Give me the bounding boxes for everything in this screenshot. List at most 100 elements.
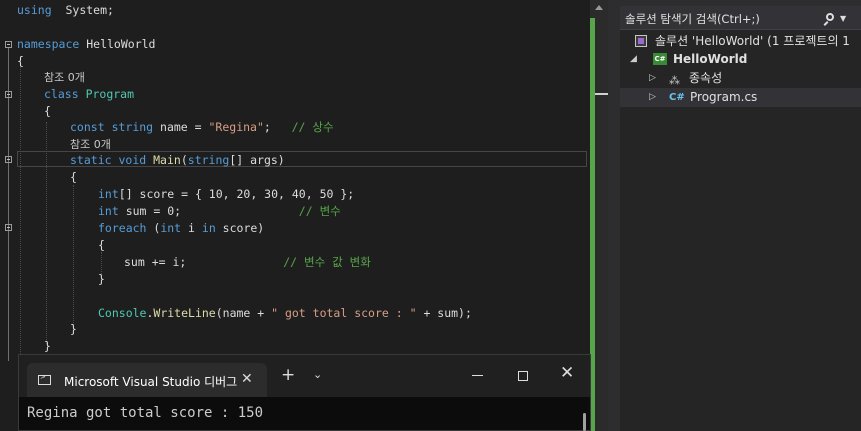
tree-item-project[interactable]: ◢ C# HelloWorld [620,50,861,69]
tree-item-project-label: HelloWorld [673,52,748,66]
code-token: int [160,221,182,235]
code-token: HelloWorld [79,37,156,51]
code-token: } [98,272,105,286]
solution-explorer: 솔루션 탐색기 검색(Ctrl+;) ▼ 솔루션 'HelloWorld' (1… [620,0,861,431]
expanded-arrow-icon[interactable]: ◢ [630,50,637,69]
code-token: { [44,104,51,118]
console-output: Regina got total score : 150 [27,405,264,421]
collapsed-arrow-icon[interactable]: ▷ [649,69,656,88]
code-token: foreach [98,221,147,235]
close-tab-icon[interactable]: ✕ [241,371,253,387]
code-line[interactable]: int sum = 0; // 변수 [98,203,341,220]
chevron-down-icon[interactable]: ⌄ [313,368,322,381]
code-line[interactable]: class Program [44,86,134,103]
code-token: Program [85,87,135,101]
code-token: int [98,187,119,201]
scroll-position-marker [595,93,608,95]
fold-namespace-icon[interactable] [5,41,12,48]
code-token: sum += i; [124,255,284,269]
code-line[interactable]: const string name = "Regina"; // 상수 [70,119,334,136]
fold-class-icon[interactable] [5,91,12,98]
debug-console-window[interactable]: Microsoft Visual Studio 디버그 ✕ + ⌄ ✕ Regi… [18,354,591,431]
solution-icon [635,35,647,47]
code-token: [] score = { 10, 20, 30, 40, 50 }; [118,187,355,201]
code-line[interactable]: using System; [17,2,114,19]
code-line[interactable]: { [98,237,105,254]
code-line[interactable]: } [44,338,51,355]
code-line[interactable]: } [70,321,77,338]
code-token: ( [146,221,161,235]
code-token: in [201,221,216,235]
code-token: Main [153,153,181,167]
code-line[interactable]: foreach (int i in score) [98,220,264,237]
editor-vertical-scrollbar[interactable] [590,0,608,431]
code-line[interactable]: Console.WriteLine(name + " got total sco… [98,305,472,322]
reference-count: 참조 0개 [70,138,111,151]
code-token: ) [277,153,285,167]
code-token: WriteLine [153,306,216,320]
code-token: void [118,153,147,167]
code-token: namespace [17,37,80,51]
code-line[interactable]: { [44,103,51,120]
code-line[interactable]: { [70,169,77,186]
indent-guide [73,185,74,325]
code-line[interactable]: { [17,53,24,70]
tree-item-dependencies[interactable]: ▷ ⁂ 종속성 [620,69,861,88]
fold-foreach-icon[interactable] [5,224,12,231]
tree-item-program-cs[interactable]: ▷ C# Program.cs [620,88,861,107]
dependencies-icon: ⁂ [669,74,680,87]
tree-item-solution-label: 솔루션 'HelloWorld' (1 프로젝트의 1 [655,34,850,48]
new-tab-icon[interactable]: + [281,367,295,384]
code-token: (name + [215,306,272,320]
minimize-icon[interactable] [472,375,483,376]
reference-count: 참조 0개 [44,71,85,84]
code-token: Console [98,306,147,320]
tree-item-dependencies-label: 종속성 [689,71,723,85]
fold-main-icon[interactable] [5,156,12,163]
code-token: static [70,153,112,167]
search-icon[interactable] [826,13,834,21]
code-token: // 변수 값 변화 [283,255,371,269]
code-token: } [44,339,51,353]
code-token: } [70,322,77,336]
solution-search-placeholder: 솔루션 탐색기 검색(Ctrl+;) [625,12,760,26]
console-tab[interactable]: Microsoft Visual Studio 디버그 ✕ [27,363,267,397]
code-token: + sum); [416,306,472,320]
code-token: // 변수 [298,204,341,218]
editor-gutter [0,0,16,431]
csharp-file-icon: C# [669,92,685,103]
code-token: i [181,221,202,235]
code-token: string [111,120,154,134]
code-line[interactable]: static void Main(string[] args) [70,152,285,169]
code-token: ; [263,120,292,134]
code-line[interactable]: 참조 0개 [44,69,85,86]
code-line[interactable]: 참조 0개 [70,136,111,153]
code-token: "Regina" [208,120,264,134]
close-window-icon[interactable]: ✕ [560,363,574,383]
csharp-project-icon: C# [653,53,667,65]
console-tab-bar: Microsoft Visual Studio 디버그 ✕ + ⌄ ✕ [19,355,590,397]
code-line[interactable]: namespace HelloWorld [17,36,155,53]
tree-item-solution[interactable]: 솔루션 'HelloWorld' (1 프로젝트의 1 [620,32,861,51]
code-token: ( [180,153,188,167]
code-token: int [98,204,119,218]
code-token: using [17,3,52,17]
collapsed-arrow-icon[interactable]: ▷ [649,88,656,107]
scroll-up-icon[interactable] [595,5,603,10]
console-scrollbar[interactable] [583,413,586,431]
code-token: System; [51,3,114,17]
code-token: " got total score : " [271,306,417,320]
code-line[interactable]: } [98,271,105,288]
tree-item-program-cs-label: Program.cs [690,90,758,104]
chevron-down-icon[interactable]: ▼ [840,14,846,23]
solution-search-box[interactable]: 솔루션 탐색기 검색(Ctrl+;) ▼ [620,6,861,30]
maximize-icon[interactable] [518,371,528,381]
code-token: string [187,153,230,167]
code-token: name = [153,120,209,134]
code-line[interactable]: int[] score = { 10, 20, 30, 40, 50 }; [98,186,354,203]
console-tab-title: Microsoft Visual Studio 디버그 [64,375,238,389]
pane-splitter[interactable] [608,0,620,431]
code-line[interactable]: sum += i; // 변수 값 변화 [124,254,371,271]
